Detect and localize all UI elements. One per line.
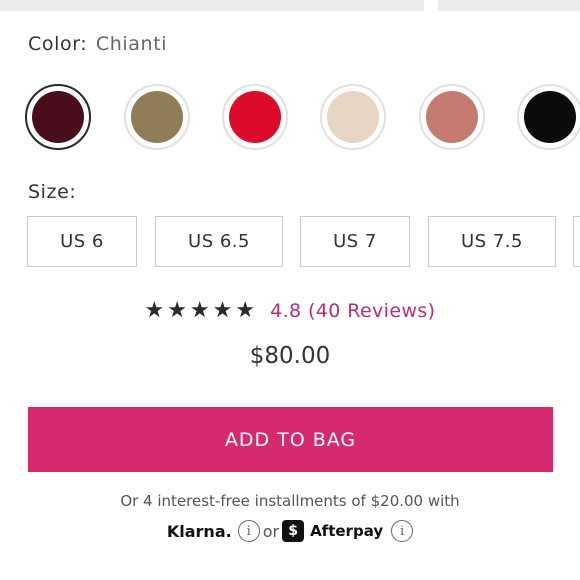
afterpay-info-icon[interactable]: i — [391, 520, 414, 542]
selected-color-name: Chianti — [95, 33, 168, 55]
size-option-overflow[interactable] — [573, 216, 580, 267]
swatch-nude-fill — [327, 91, 379, 143]
size-label: Size: — [28, 181, 77, 203]
swatch-rose-gold-fill — [426, 91, 478, 143]
swatch-red[interactable] — [222, 84, 288, 150]
swatch-black[interactable] — [517, 84, 580, 150]
swatch-chianti-fill — [32, 91, 84, 143]
swatch-gold-glitter-fill — [131, 91, 183, 143]
reviews-link[interactable]: 4.8 (40 Reviews) — [270, 300, 435, 322]
color-label-row: Color: Chianti — [28, 33, 167, 55]
product-image-strip-left — [0, 0, 424, 11]
star-rating-icon: ★★★★★ — [144, 298, 259, 323]
swatch-red-fill — [229, 91, 281, 143]
installments-text: Or 4 interest-free installments of $20.0… — [120, 492, 460, 510]
klarna-logo: Klarna. — [166, 521, 232, 541]
swatch-nude[interactable] — [320, 84, 386, 150]
size-option-us-6[interactable]: US 6 — [27, 216, 137, 267]
afterpay-logo: Afterpay — [310, 522, 384, 540]
or-text: or — [262, 521, 280, 541]
product-image-strip-right — [438, 0, 580, 11]
payment-options-row: Klarna. i or $ Afterpay i — [0, 520, 580, 542]
swatch-gold-glitter[interactable] — [124, 84, 190, 150]
swatch-black-fill — [524, 91, 576, 143]
color-label: Color: — [28, 33, 88, 55]
product-price: $80.00 — [249, 343, 331, 369]
rating-row: ★★★★★ 4.8 (40 Reviews) — [0, 298, 580, 323]
swatch-rose-gold[interactable] — [419, 84, 485, 150]
klarna-info-icon[interactable]: i — [237, 520, 260, 542]
size-option-us-7-5[interactable]: US 7.5 — [428, 216, 556, 267]
size-option-us-7[interactable]: US 7 — [300, 216, 410, 267]
afterpay-badge-icon: $ — [282, 520, 305, 542]
size-option-us-6-5[interactable]: US 6.5 — [155, 216, 283, 267]
swatch-chianti[interactable] — [25, 84, 91, 150]
add-to-bag-button[interactable]: ADD TO BAG — [28, 407, 553, 472]
